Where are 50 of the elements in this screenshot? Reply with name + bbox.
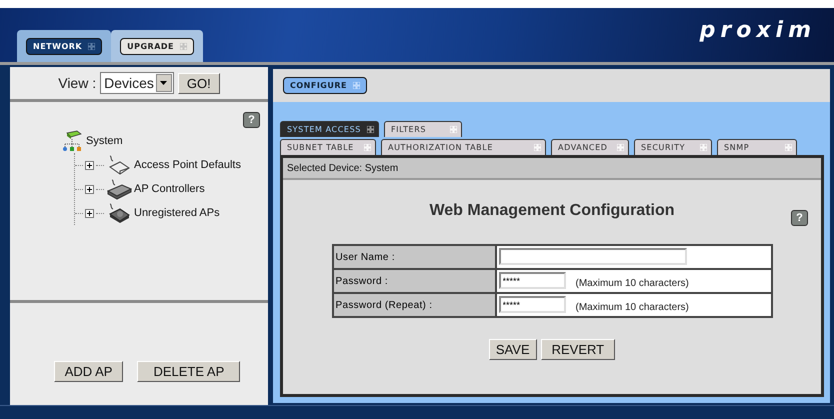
grip-icon [617, 144, 624, 151]
revert-button[interactable]: REVERT [540, 339, 616, 360]
logo: proxim [700, 18, 816, 43]
tree-item[interactable]: Access Point Defaults [134, 159, 241, 171]
tree-item[interactable]: System [86, 135, 123, 147]
view-label: View : [58, 75, 96, 91]
nav-tab[interactable]: NETWORK [26, 38, 102, 55]
grip-icon [180, 43, 187, 50]
delete-button[interactable]: DELETE AP [137, 361, 240, 382]
tab[interactable]: AUTHORIZATION TABLE [381, 139, 546, 155]
field-label: Password (Repeat) : [332, 293, 496, 317]
selected-device-text: Selected Device: System [283, 158, 821, 180]
grip-icon [364, 144, 371, 151]
grip-icon [534, 144, 541, 151]
field-label: User Name : [332, 245, 496, 269]
help-button[interactable]: ? [243, 112, 260, 128]
grip-icon [700, 144, 707, 151]
save-button[interactable]: SAVE [488, 339, 537, 360]
expand-icon[interactable] [85, 160, 94, 170]
password-field[interactable]: ***** [498, 272, 566, 289]
field-label: Password : [332, 269, 496, 293]
password-field[interactable]: ***** [498, 296, 566, 313]
tab[interactable]: SUBNET TABLE [280, 139, 376, 155]
username-field[interactable] [498, 248, 686, 265]
field-note: (Maximum 10 characters) [576, 302, 689, 312]
grip-icon [450, 126, 457, 133]
tree-item[interactable]: AP Controllers [134, 183, 205, 195]
tab[interactable]: ADVANCED [551, 139, 629, 155]
tab[interactable]: SNMP [717, 139, 797, 155]
form-title: Web Management Configuration [429, 202, 675, 220]
expand-icon[interactable] [85, 184, 94, 194]
tab[interactable]: FILTERS [384, 121, 462, 137]
tab[interactable]: SYSTEM ACCESS [280, 121, 379, 137]
grip-icon [366, 126, 374, 133]
help-button[interactable]: ? [791, 210, 808, 226]
field-note: (Maximum 10 characters) [576, 278, 689, 288]
view-select[interactable]: Devices [100, 72, 174, 94]
network-icon [62, 130, 84, 152]
nav-tab[interactable]: UPGRADE [120, 38, 194, 55]
expand-icon[interactable] [85, 208, 94, 218]
tree-item[interactable]: Unregistered APs [134, 207, 220, 219]
controller-icon [106, 178, 132, 200]
grip-icon [88, 43, 96, 50]
caret-icon [160, 81, 168, 85]
go-button[interactable]: GO! [178, 72, 220, 94]
grip-icon [353, 82, 360, 89]
tab[interactable]: SECURITY [634, 139, 712, 155]
add-button[interactable]: ADD AP [54, 361, 124, 382]
grip-icon [785, 144, 792, 151]
section-tab[interactable]: CONFIGURE [283, 77, 367, 94]
